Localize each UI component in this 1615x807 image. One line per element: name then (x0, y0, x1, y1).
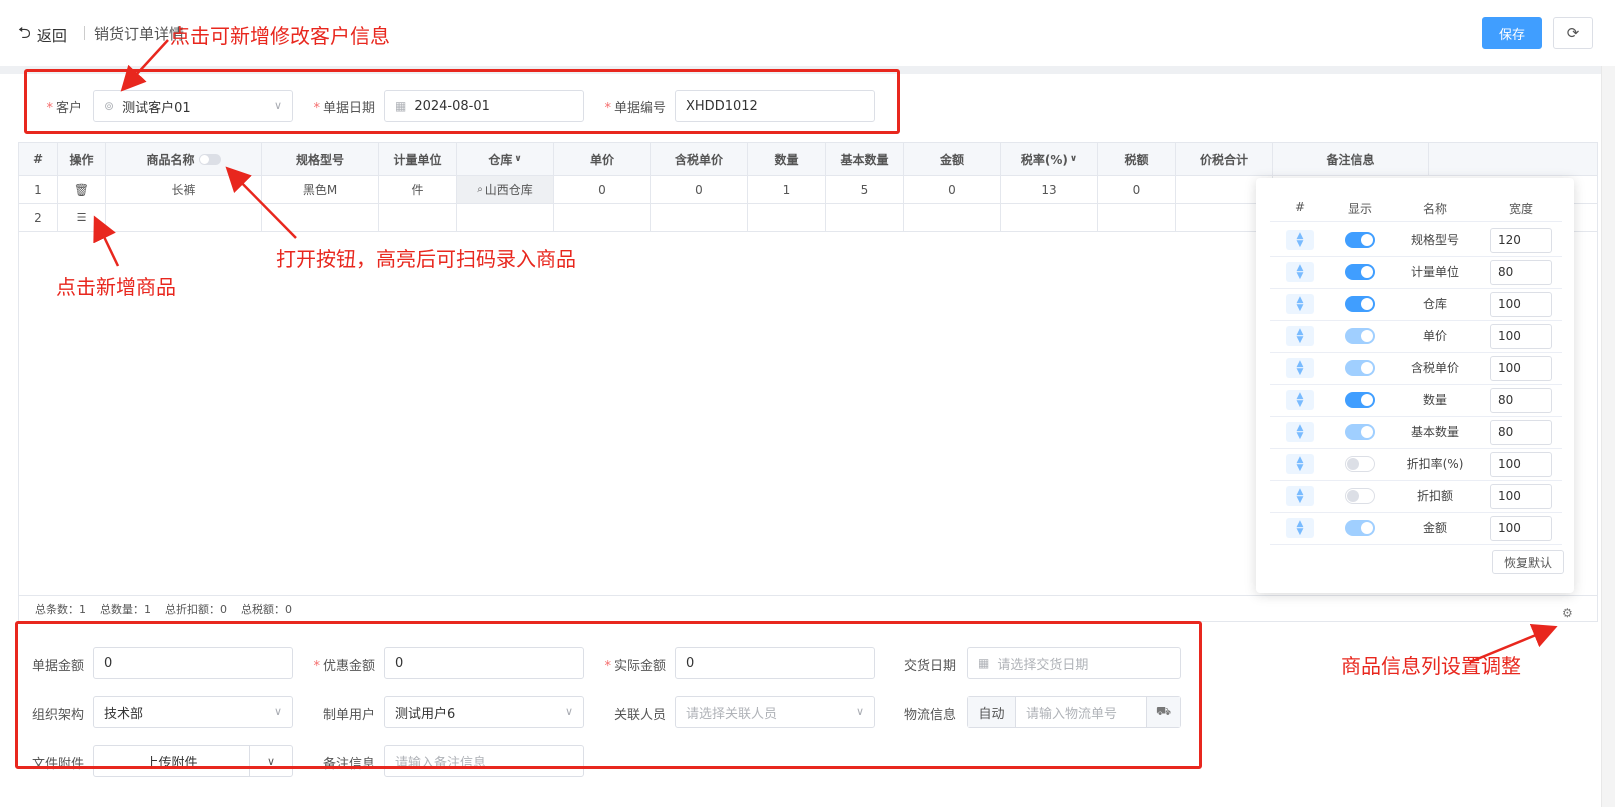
add-product-arrow (93, 215, 120, 267)
customer-arrow (120, 39, 169, 92)
scan-arrow (225, 166, 297, 239)
column-settings-arrow (1469, 624, 1558, 664)
annotation-arrows (93, 39, 1558, 664)
